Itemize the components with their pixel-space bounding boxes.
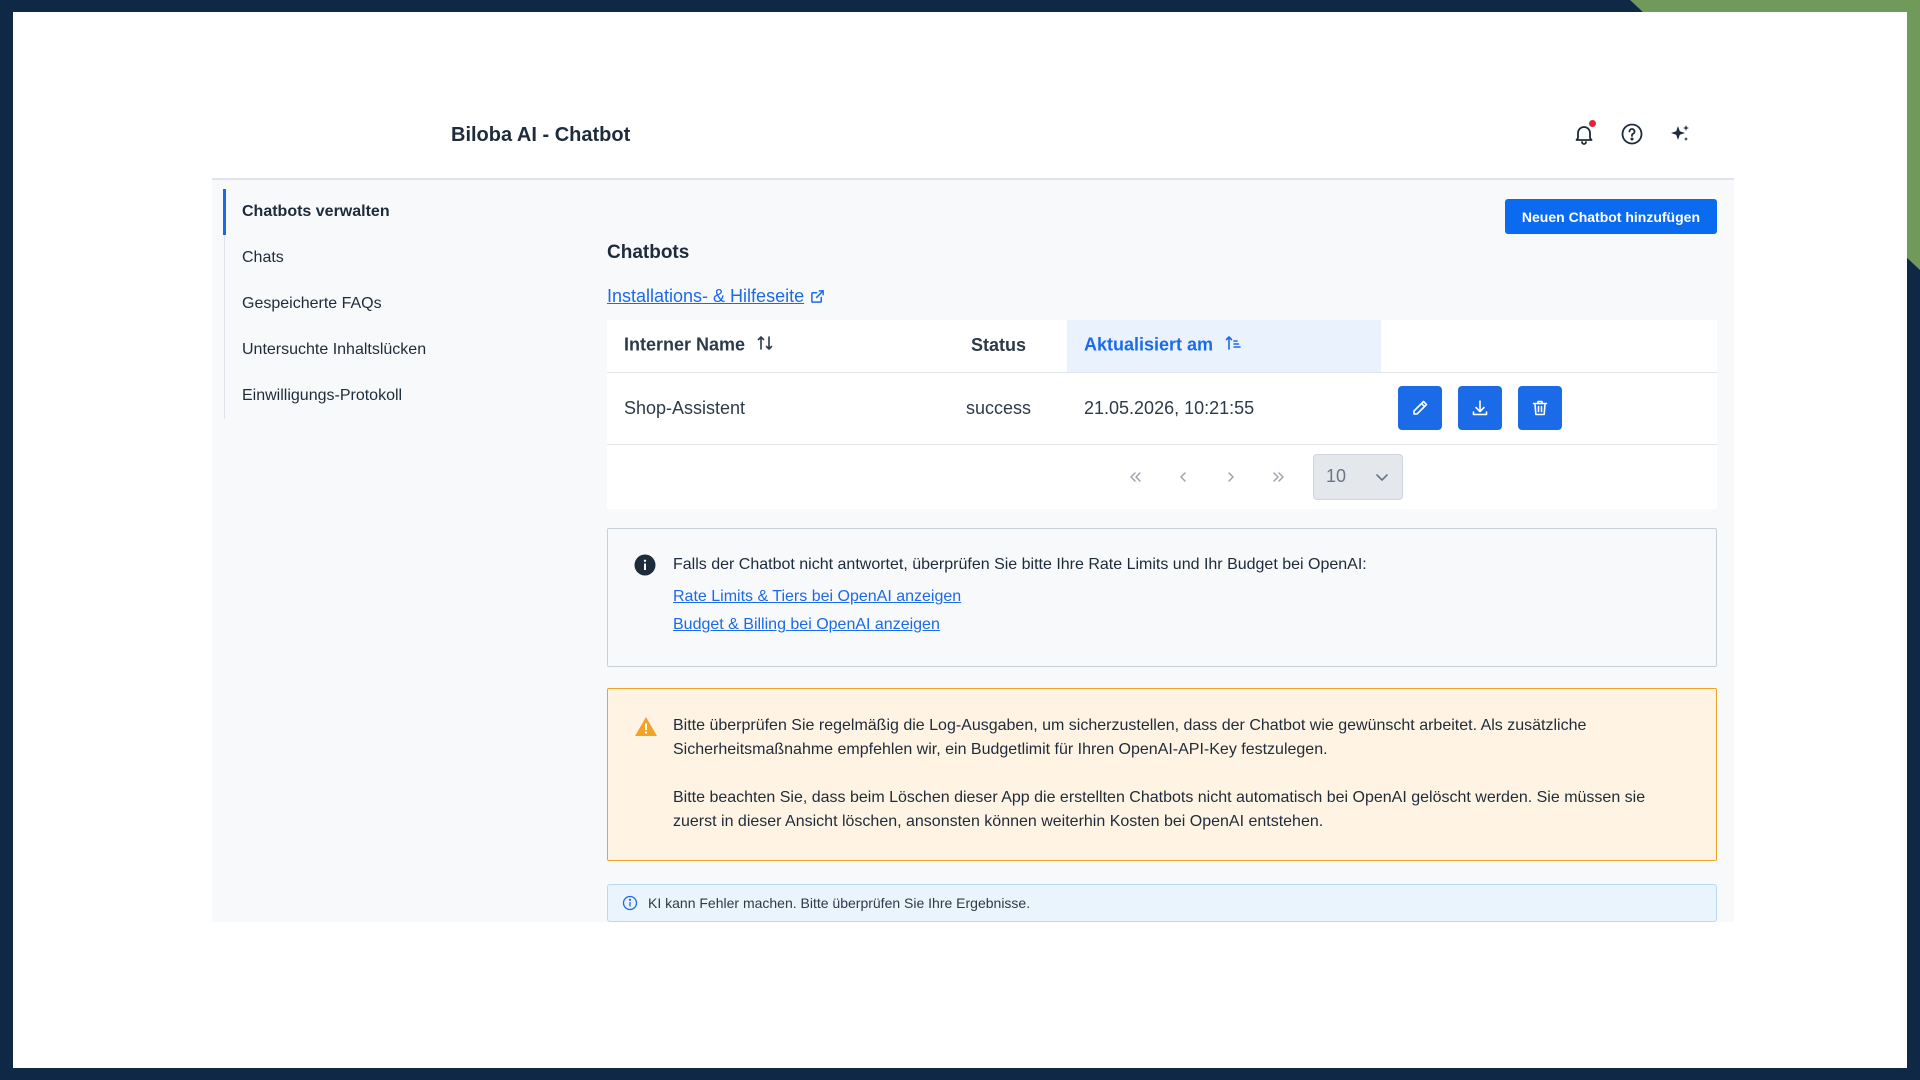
cell-actions (1381, 372, 1717, 445)
column-header-updated[interactable]: Aktualisiert am (1067, 320, 1381, 373)
sidebar-item-inhaltsluecken[interactable]: Untersuchte Inhaltslücken (225, 327, 564, 373)
warning-paragraph-2: Bitte beachten Sie, dass beim Löschen di… (673, 789, 1646, 830)
add-chatbot-button[interactable]: Neuen Chatbot hinzufügen (1504, 199, 1717, 234)
info-text: Falls der Chatbot nicht antwortet, überp… (673, 556, 1367, 573)
notification-dot (1589, 120, 1596, 127)
last-page-button[interactable] (1265, 463, 1293, 491)
bell-icon[interactable] (1570, 120, 1598, 148)
sidebar-item-label: Chats (242, 249, 284, 266)
help-link-label: Installations- & Hilfeseite (607, 286, 805, 306)
cell-name: Shop-Assistent (607, 372, 930, 445)
first-page-button[interactable] (1121, 463, 1149, 491)
sidebar-item-label: Einwilligungs-Protokoll (242, 387, 403, 404)
download-icon (1472, 400, 1488, 416)
column-header-label: Interner Name (624, 334, 746, 355)
chevron-down-icon (1376, 473, 1388, 481)
sidebar-item-einwilligungs-protokoll[interactable]: Einwilligungs-Protokoll (225, 373, 564, 419)
info-icon (634, 554, 656, 576)
sidebar: Chatbots verwalten Chats Gespeicherte FA… (223, 189, 564, 419)
help-page-link[interactable]: Installations- & Hilfeseite (607, 286, 825, 307)
info-box: Falls der Chatbot nicht antwortet, überp… (607, 528, 1717, 667)
first-page-icon (1130, 471, 1141, 482)
sidebar-item-label: Gespeicherte FAQs (242, 295, 382, 312)
app-canvas: Biloba AI - Chatbot Chatbots verwalten C… (13, 12, 1907, 1068)
sidebar-item-label: Chatbots verwalten (242, 203, 390, 220)
column-header-label: Status (970, 335, 1026, 356)
main-content: Neuen Chatbot hinzufügen Chatbots Instal… (607, 180, 1717, 922)
last-page-icon (1273, 471, 1284, 482)
edit-icon (1413, 400, 1428, 415)
download-button[interactable] (1458, 386, 1502, 430)
table-header-row: Interner Name Status Aktualisiert am (607, 320, 1717, 373)
sidebar-item-gespeicherte-faqs[interactable]: Gespeicherte FAQs (225, 281, 564, 327)
help-circle-icon[interactable] (1618, 120, 1646, 148)
edit-button[interactable] (1398, 386, 1442, 430)
warning-box: Bitte überprüfen Sie regelmäßig die Log-… (607, 688, 1717, 861)
column-header-actions (1381, 320, 1717, 373)
prev-page-icon (1180, 471, 1186, 482)
sparkles-icon[interactable] (1666, 120, 1694, 148)
rate-limits-link[interactable]: Rate Limits & Tiers bei OpenAI anzeigen (673, 588, 961, 606)
next-page-button[interactable] (1217, 463, 1245, 491)
delete-button[interactable] (1518, 386, 1562, 430)
next-page-icon (1228, 471, 1234, 482)
sidebar-item-chatbots-verwalten[interactable]: Chatbots verwalten (223, 189, 564, 235)
column-header-name[interactable]: Interner Name (607, 320, 930, 373)
ai-disclaimer-text: KI kann Fehler machen. Bitte überprüfen … (648, 895, 1031, 911)
info-outline-icon (622, 895, 638, 911)
sort-ascending-icon[interactable] (1224, 334, 1242, 357)
sort-icon[interactable] (756, 334, 774, 357)
page-size-select[interactable]: 10 (1313, 453, 1403, 500)
ai-disclaimer: KI kann Fehler machen. Bitte überprüfen … (607, 884, 1717, 922)
table-row: Shop-Assistent success 21.05.2026, 10:21… (607, 372, 1717, 445)
sidebar-item-label: Untersuchte Inhaltslücken (242, 341, 427, 358)
column-header-status: Status (930, 320, 1067, 373)
warning-paragraph-1: Bitte überprüfen Sie regelmäßig die Log-… (673, 717, 1587, 758)
app-title: Biloba AI - Chatbot (451, 124, 631, 146)
warning-icon (635, 717, 657, 736)
sidebar-item-chats[interactable]: Chats (225, 235, 564, 281)
header-icons (1570, 120, 1694, 148)
section-title: Chatbots (607, 242, 690, 263)
chatbots-table: Interner Name Status Aktualisiert am Sho… (607, 320, 1717, 509)
cell-updated: 21.05.2026, 10:21:55 (1067, 372, 1381, 445)
pagination: 10 (607, 445, 1717, 509)
page-size-value: 10 (1326, 466, 1347, 486)
trash-icon (1532, 400, 1548, 416)
app-header: Biloba AI - Chatbot (212, 108, 1734, 180)
prev-page-button[interactable] (1169, 463, 1197, 491)
app-body: Chatbots verwalten Chats Gespeicherte FA… (212, 180, 1734, 922)
cell-status: success (930, 372, 1067, 445)
column-header-label: Aktualisiert am (1084, 334, 1214, 355)
budget-billing-link[interactable]: Budget & Billing bei OpenAI anzeigen (673, 616, 940, 634)
external-link-icon (811, 290, 824, 303)
